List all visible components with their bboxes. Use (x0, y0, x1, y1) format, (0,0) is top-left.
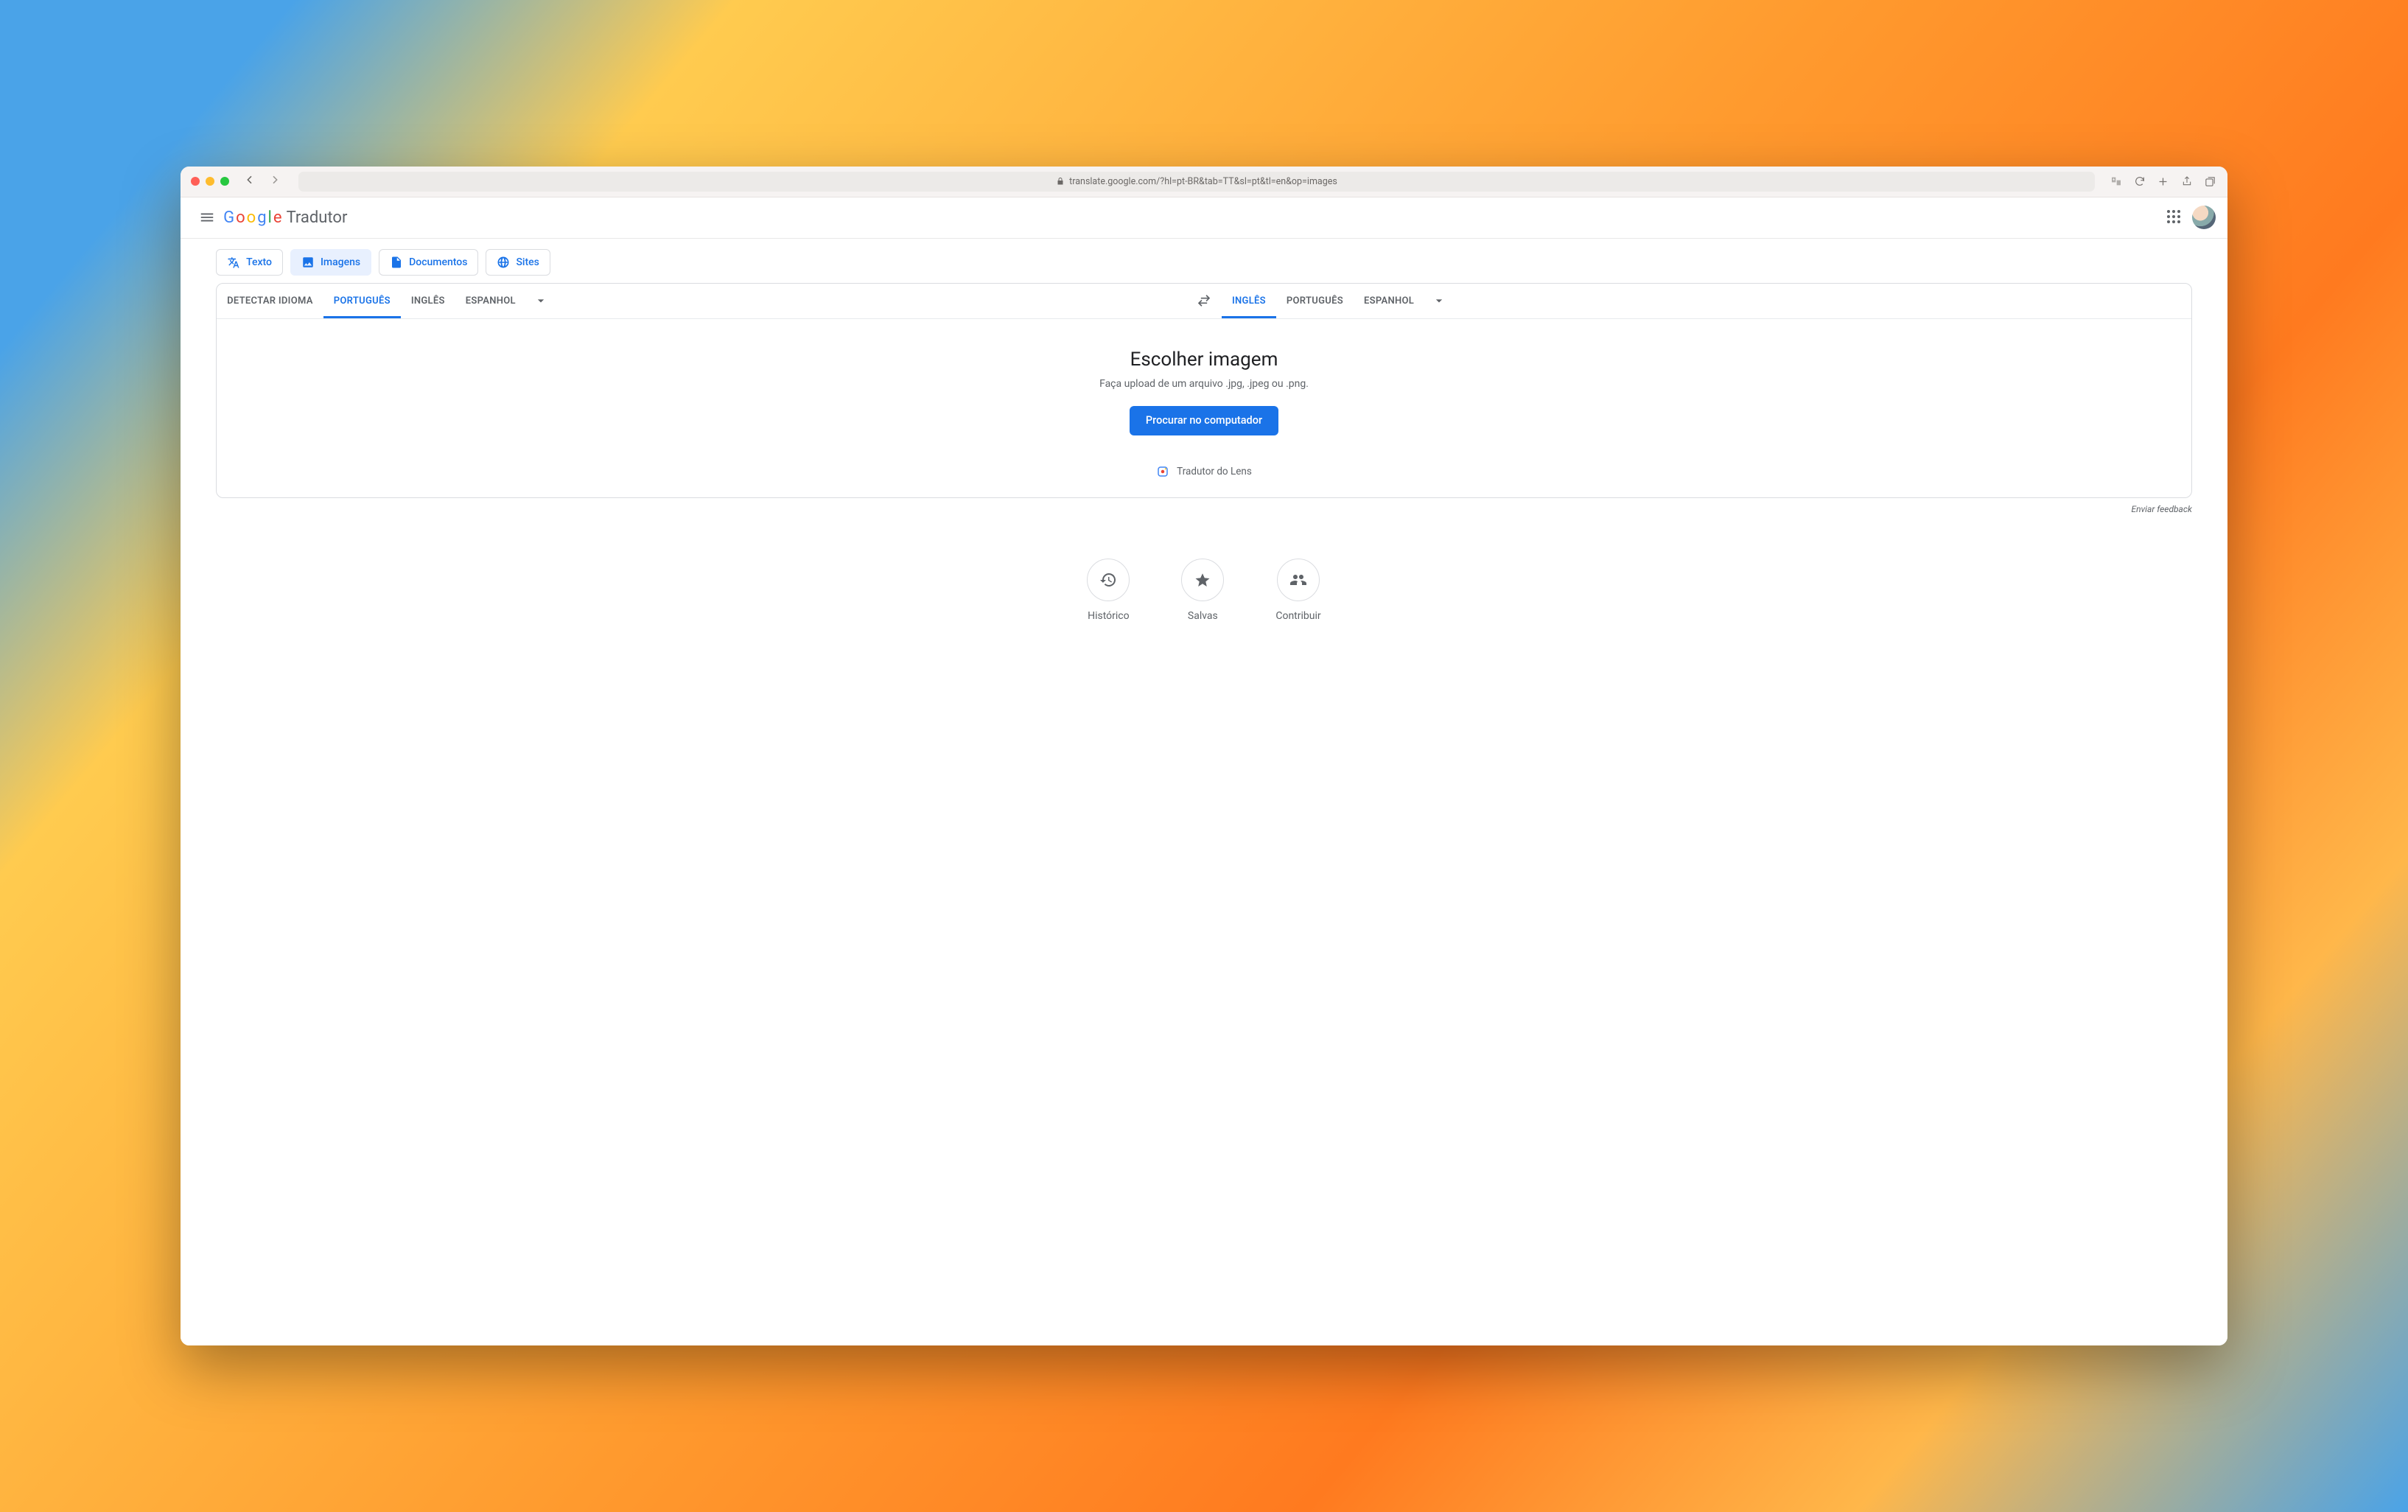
history-shortcut[interactable]: Histórico (1087, 559, 1130, 622)
url-text: translate.google.com/?hl=pt-BR&tab=TT&sl… (1069, 176, 1337, 187)
source-lang-more[interactable] (526, 293, 556, 308)
share-icon[interactable] (2180, 175, 2194, 188)
lock-icon (1056, 177, 1065, 186)
lens-icon (1156, 465, 1169, 478)
source-lang-spanish[interactable]: ESPANHOL (455, 284, 526, 318)
source-lang-portuguese[interactable]: PORTUGUÊS (323, 284, 401, 318)
mode-tab-text[interactable]: Texto (216, 249, 283, 276)
language-bar: DETECTAR IDIOMA PORTUGUÊS INGLÊS ESPANHO… (217, 284, 2191, 319)
titlebar: translate.google.com/?hl=pt-BR&tab=TT&sl… (181, 167, 2227, 197)
contribute-shortcut[interactable]: Contribuir (1275, 559, 1320, 622)
mode-tab-sites[interactable]: Sites (486, 249, 550, 276)
browser-window: translate.google.com/?hl=pt-BR&tab=TT&sl… (181, 167, 2227, 1346)
toolbar-right (2110, 175, 2217, 188)
mode-tab-documents[interactable]: Documentos (379, 249, 478, 276)
target-lang-english[interactable]: INGLÊS (1222, 284, 1276, 318)
source-lang-english[interactable]: INGLÊS (401, 284, 455, 318)
lens-label: Tradutor do Lens (1177, 466, 1252, 477)
source-languages: DETECTAR IDIOMA PORTUGUÊS INGLÊS ESPANHO… (217, 284, 1186, 318)
chevron-down-icon (533, 293, 548, 308)
translate-extension-icon[interactable] (2110, 175, 2123, 188)
back-button[interactable] (241, 174, 259, 189)
fullscreen-window-button[interactable] (220, 177, 229, 186)
star-icon (1194, 571, 1211, 589)
mode-tab-images[interactable]: Imagens (290, 249, 371, 276)
brand-logo[interactable]: Google Tradutor (223, 209, 347, 227)
image-icon (301, 256, 315, 269)
upload-title: Escolher imagem (231, 349, 2177, 371)
swap-icon (1197, 293, 1211, 308)
swap-languages-button[interactable] (1186, 284, 1222, 318)
footer-shortcuts: Histórico Salvas Contribuir (181, 559, 2227, 622)
tabs-overview-icon[interactable] (2204, 175, 2217, 188)
new-tab-icon[interactable] (2157, 175, 2170, 188)
globe-icon (497, 256, 510, 269)
source-lang-detect[interactable]: DETECTAR IDIOMA (217, 284, 323, 318)
target-languages: INGLÊS PORTUGUÊS ESPANHOL (1222, 284, 2191, 318)
reload-icon[interactable] (2133, 175, 2146, 188)
main-menu-button[interactable] (192, 203, 222, 232)
upload-area: Escolher imagem Faça upload de um arquiv… (217, 319, 2191, 497)
send-feedback-link[interactable]: Enviar feedback (181, 498, 2227, 514)
address-bar[interactable]: translate.google.com/?hl=pt-BR&tab=TT&sl… (298, 172, 2095, 192)
window-controls (191, 177, 229, 186)
people-icon (1289, 571, 1307, 589)
app-header: Google Tradutor (181, 197, 2227, 239)
saved-shortcut[interactable]: Salvas (1181, 559, 1224, 622)
browse-computer-button[interactable]: Procurar no computador (1130, 406, 1278, 435)
account-avatar[interactable] (2192, 206, 2216, 229)
history-icon (1099, 571, 1117, 589)
minimize-window-button[interactable] (206, 177, 214, 186)
target-lang-spanish[interactable]: ESPANHOL (1354, 284, 1424, 318)
forward-button[interactable] (266, 174, 284, 189)
chevron-down-icon (1432, 293, 1446, 308)
mode-tabs: Texto Imagens Documentos Sites (181, 239, 2227, 283)
close-window-button[interactable] (191, 177, 200, 186)
lens-footer: Tradutor do Lens (231, 465, 2177, 478)
page-content: Texto Imagens Documentos Sites DETECTAR … (181, 239, 2227, 1346)
target-lang-portuguese[interactable]: PORTUGUÊS (1276, 284, 1354, 318)
upload-subtitle: Faça upload de um arquivo .jpg, .jpeg ou… (231, 378, 2177, 390)
target-lang-more[interactable] (1424, 293, 1454, 308)
google-apps-button[interactable] (2167, 210, 2182, 225)
document-icon (390, 256, 403, 269)
brand-subtitle: Tradutor (287, 209, 348, 227)
translate-card: DETECTAR IDIOMA PORTUGUÊS INGLÊS ESPANHO… (216, 283, 2192, 498)
translate-text-icon (227, 256, 240, 269)
